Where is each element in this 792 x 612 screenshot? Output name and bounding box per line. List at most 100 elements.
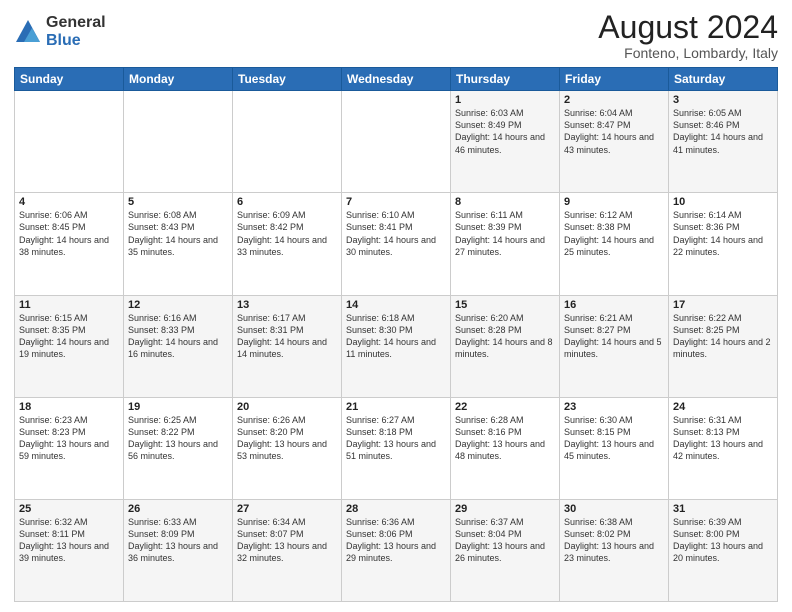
table-row: 13Sunrise: 6:17 AM Sunset: 8:31 PM Dayli… [233, 295, 342, 397]
table-row: 22Sunrise: 6:28 AM Sunset: 8:16 PM Dayli… [451, 397, 560, 499]
table-row [342, 91, 451, 193]
table-row: 26Sunrise: 6:33 AM Sunset: 8:09 PM Dayli… [124, 499, 233, 601]
table-row: 14Sunrise: 6:18 AM Sunset: 8:30 PM Dayli… [342, 295, 451, 397]
day-number: 23 [564, 401, 664, 413]
day-info: Sunrise: 6:10 AM Sunset: 8:41 PM Dayligh… [346, 209, 446, 258]
table-row: 19Sunrise: 6:25 AM Sunset: 8:22 PM Dayli… [124, 397, 233, 499]
day-number: 3 [673, 94, 773, 106]
day-info: Sunrise: 6:23 AM Sunset: 8:23 PM Dayligh… [19, 414, 119, 463]
table-row [233, 91, 342, 193]
day-number: 20 [237, 401, 337, 413]
day-number: 21 [346, 401, 446, 413]
day-info: Sunrise: 6:08 AM Sunset: 8:43 PM Dayligh… [128, 209, 228, 258]
day-number: 31 [673, 503, 773, 515]
table-row: 30Sunrise: 6:38 AM Sunset: 8:02 PM Dayli… [560, 499, 669, 601]
day-info: Sunrise: 6:09 AM Sunset: 8:42 PM Dayligh… [237, 209, 337, 258]
table-row: 25Sunrise: 6:32 AM Sunset: 8:11 PM Dayli… [15, 499, 124, 601]
table-row: 31Sunrise: 6:39 AM Sunset: 8:00 PM Dayli… [669, 499, 778, 601]
day-number: 24 [673, 401, 773, 413]
table-row: 10Sunrise: 6:14 AM Sunset: 8:36 PM Dayli… [669, 193, 778, 295]
table-row: 3Sunrise: 6:05 AM Sunset: 8:46 PM Daylig… [669, 91, 778, 193]
table-row [124, 91, 233, 193]
day-number: 10 [673, 196, 773, 208]
table-row: 5Sunrise: 6:08 AM Sunset: 8:43 PM Daylig… [124, 193, 233, 295]
logo-general: General [46, 14, 106, 32]
table-row: 17Sunrise: 6:22 AM Sunset: 8:25 PM Dayli… [669, 295, 778, 397]
table-row: 4Sunrise: 6:06 AM Sunset: 8:45 PM Daylig… [15, 193, 124, 295]
day-number: 17 [673, 299, 773, 311]
calendar-week-2: 4Sunrise: 6:06 AM Sunset: 8:45 PM Daylig… [15, 193, 778, 295]
main-title: August 2024 [598, 10, 778, 45]
day-number: 26 [128, 503, 228, 515]
day-info: Sunrise: 6:03 AM Sunset: 8:49 PM Dayligh… [455, 107, 555, 156]
day-info: Sunrise: 6:21 AM Sunset: 8:27 PM Dayligh… [564, 312, 664, 361]
day-info: Sunrise: 6:20 AM Sunset: 8:28 PM Dayligh… [455, 312, 555, 361]
title-block: August 2024 Fonteno, Lombardy, Italy [598, 10, 778, 61]
day-number: 19 [128, 401, 228, 413]
logo-text: General Blue [46, 14, 106, 49]
day-number: 12 [128, 299, 228, 311]
day-info: Sunrise: 6:30 AM Sunset: 8:15 PM Dayligh… [564, 414, 664, 463]
day-info: Sunrise: 6:26 AM Sunset: 8:20 PM Dayligh… [237, 414, 337, 463]
col-monday: Monday [124, 68, 233, 91]
day-number: 13 [237, 299, 337, 311]
day-info: Sunrise: 6:14 AM Sunset: 8:36 PM Dayligh… [673, 209, 773, 258]
col-wednesday: Wednesday [342, 68, 451, 91]
day-number: 16 [564, 299, 664, 311]
day-info: Sunrise: 6:33 AM Sunset: 8:09 PM Dayligh… [128, 516, 228, 565]
calendar-week-1: 1Sunrise: 6:03 AM Sunset: 8:49 PM Daylig… [15, 91, 778, 193]
table-row: 18Sunrise: 6:23 AM Sunset: 8:23 PM Dayli… [15, 397, 124, 499]
day-info: Sunrise: 6:18 AM Sunset: 8:30 PM Dayligh… [346, 312, 446, 361]
day-number: 11 [19, 299, 119, 311]
day-number: 29 [455, 503, 555, 515]
day-info: Sunrise: 6:34 AM Sunset: 8:07 PM Dayligh… [237, 516, 337, 565]
header: General Blue August 2024 Fonteno, Lombar… [14, 10, 778, 61]
col-saturday: Saturday [669, 68, 778, 91]
table-row: 7Sunrise: 6:10 AM Sunset: 8:41 PM Daylig… [342, 193, 451, 295]
table-row: 23Sunrise: 6:30 AM Sunset: 8:15 PM Dayli… [560, 397, 669, 499]
day-info: Sunrise: 6:25 AM Sunset: 8:22 PM Dayligh… [128, 414, 228, 463]
day-number: 7 [346, 196, 446, 208]
day-info: Sunrise: 6:32 AM Sunset: 8:11 PM Dayligh… [19, 516, 119, 565]
day-number: 15 [455, 299, 555, 311]
calendar-week-5: 25Sunrise: 6:32 AM Sunset: 8:11 PM Dayli… [15, 499, 778, 601]
day-info: Sunrise: 6:04 AM Sunset: 8:47 PM Dayligh… [564, 107, 664, 156]
day-info: Sunrise: 6:31 AM Sunset: 8:13 PM Dayligh… [673, 414, 773, 463]
day-info: Sunrise: 6:15 AM Sunset: 8:35 PM Dayligh… [19, 312, 119, 361]
table-row: 15Sunrise: 6:20 AM Sunset: 8:28 PM Dayli… [451, 295, 560, 397]
table-row: 21Sunrise: 6:27 AM Sunset: 8:18 PM Dayli… [342, 397, 451, 499]
day-info: Sunrise: 6:27 AM Sunset: 8:18 PM Dayligh… [346, 414, 446, 463]
day-info: Sunrise: 6:22 AM Sunset: 8:25 PM Dayligh… [673, 312, 773, 361]
day-number: 2 [564, 94, 664, 106]
day-info: Sunrise: 6:38 AM Sunset: 8:02 PM Dayligh… [564, 516, 664, 565]
calendar-week-3: 11Sunrise: 6:15 AM Sunset: 8:35 PM Dayli… [15, 295, 778, 397]
table-row: 1Sunrise: 6:03 AM Sunset: 8:49 PM Daylig… [451, 91, 560, 193]
day-info: Sunrise: 6:39 AM Sunset: 8:00 PM Dayligh… [673, 516, 773, 565]
day-number: 14 [346, 299, 446, 311]
table-row: 24Sunrise: 6:31 AM Sunset: 8:13 PM Dayli… [669, 397, 778, 499]
day-info: Sunrise: 6:17 AM Sunset: 8:31 PM Dayligh… [237, 312, 337, 361]
table-row: 28Sunrise: 6:36 AM Sunset: 8:06 PM Dayli… [342, 499, 451, 601]
day-info: Sunrise: 6:16 AM Sunset: 8:33 PM Dayligh… [128, 312, 228, 361]
table-row: 29Sunrise: 6:37 AM Sunset: 8:04 PM Dayli… [451, 499, 560, 601]
table-row [15, 91, 124, 193]
page: General Blue August 2024 Fonteno, Lombar… [0, 0, 792, 612]
table-row: 9Sunrise: 6:12 AM Sunset: 8:38 PM Daylig… [560, 193, 669, 295]
logo: General Blue [14, 14, 106, 49]
calendar: Sunday Monday Tuesday Wednesday Thursday… [14, 67, 778, 602]
table-row: 6Sunrise: 6:09 AM Sunset: 8:42 PM Daylig… [233, 193, 342, 295]
table-row: 27Sunrise: 6:34 AM Sunset: 8:07 PM Dayli… [233, 499, 342, 601]
table-row: 8Sunrise: 6:11 AM Sunset: 8:39 PM Daylig… [451, 193, 560, 295]
col-thursday: Thursday [451, 68, 560, 91]
col-sunday: Sunday [15, 68, 124, 91]
day-info: Sunrise: 6:36 AM Sunset: 8:06 PM Dayligh… [346, 516, 446, 565]
day-info: Sunrise: 6:11 AM Sunset: 8:39 PM Dayligh… [455, 209, 555, 258]
day-info: Sunrise: 6:12 AM Sunset: 8:38 PM Dayligh… [564, 209, 664, 258]
day-number: 25 [19, 503, 119, 515]
day-info: Sunrise: 6:06 AM Sunset: 8:45 PM Dayligh… [19, 209, 119, 258]
day-info: Sunrise: 6:37 AM Sunset: 8:04 PM Dayligh… [455, 516, 555, 565]
day-number: 1 [455, 94, 555, 106]
day-number: 22 [455, 401, 555, 413]
day-info: Sunrise: 6:05 AM Sunset: 8:46 PM Dayligh… [673, 107, 773, 156]
table-row: 16Sunrise: 6:21 AM Sunset: 8:27 PM Dayli… [560, 295, 669, 397]
